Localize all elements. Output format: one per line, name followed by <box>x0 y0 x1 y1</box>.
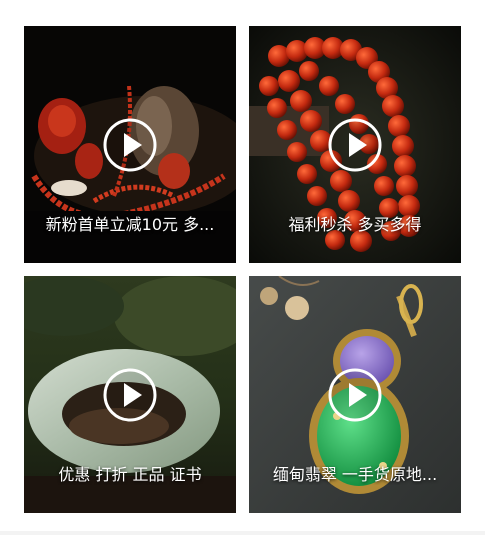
play-icon[interactable] <box>328 118 382 172</box>
video-card-3[interactable]: 优惠 打折 正品 证书 <box>24 276 236 513</box>
video-title: 缅甸翡翠 一手货原地... <box>272 465 438 484</box>
video-title: 优惠 打折 正品 证书 <box>58 465 202 484</box>
video-card-2[interactable]: 福利秒杀 多买多得 <box>249 26 461 263</box>
video-card-1[interactable]: 新粉首单立减10元 多... <box>24 26 236 263</box>
play-icon[interactable] <box>328 368 382 422</box>
video-title: 福利秒杀 多买多得 <box>288 215 422 234</box>
play-icon[interactable] <box>103 118 157 172</box>
video-grid: 新粉首单立减10元 多... 福利秒杀 多买多得 优惠 打折 正品 证书 缅甸翡… <box>0 0 485 535</box>
divider <box>0 531 485 535</box>
video-card-4[interactable]: 缅甸翡翠 一手货原地... <box>249 276 461 513</box>
video-title: 新粉首单立减10元 多... <box>45 215 215 234</box>
play-icon[interactable] <box>103 368 157 422</box>
